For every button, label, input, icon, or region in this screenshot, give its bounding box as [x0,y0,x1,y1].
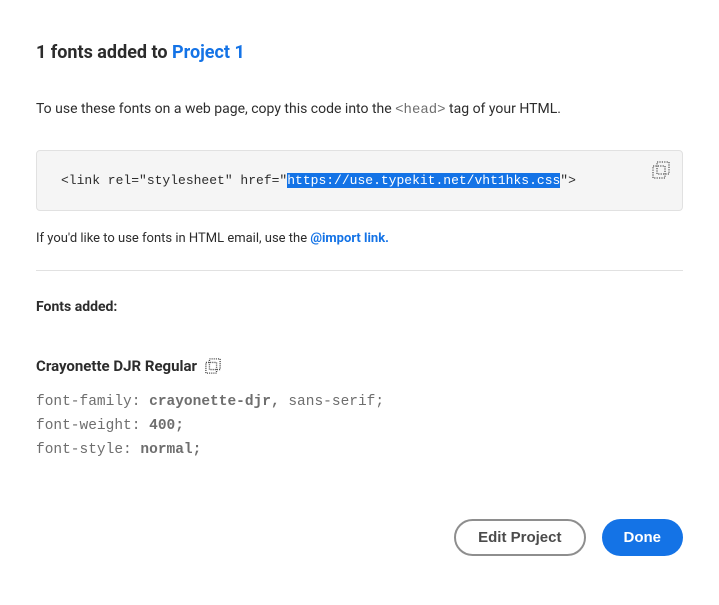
heading: 1 fonts added to Project 1 [36,42,683,63]
css-line: font-family: crayonette-djr, sans-serif; [36,391,683,415]
css-line: font-style: normal; [36,439,683,463]
code-box: <link rel="stylesheet" href="https://use… [36,150,683,211]
instruction-after: tag of your HTML. [446,101,561,117]
css-val: crayonette-djr, [149,394,280,410]
heading-prefix: 1 fonts added to [36,42,172,63]
fonts-added-label: Fonts added: [36,299,683,315]
email-note-text: If you'd like to use fonts in HTML email… [36,231,310,246]
css-val: 400; [149,418,184,434]
project-link[interactable]: Project 1 [172,42,245,63]
css-val: normal; [140,442,201,458]
code-snippet[interactable]: <link rel="stylesheet" href="https://use… [61,173,632,188]
divider [36,270,683,271]
code-after: "> [560,173,576,188]
instruction-text: To use these fonts on a web page, copy t… [36,101,683,118]
instruction-before: To use these fonts on a web page, copy t… [36,101,395,117]
css-line: font-weight: 400; [36,415,683,439]
css-prop: font-weight: [36,418,149,434]
font-name-row: Crayonette DJR Regular [36,357,683,375]
instruction-code: <head> [395,102,445,118]
copy-icon[interactable] [205,358,221,374]
css-prop: font-style: [36,442,140,458]
done-button[interactable]: Done [602,519,684,556]
import-link[interactable]: @import link. [310,231,389,246]
edit-project-button[interactable]: Edit Project [454,519,585,556]
code-before: <link rel="stylesheet" href=" [61,173,287,188]
code-highlight: https://use.typekit.net/vht1hks.css [287,173,560,188]
font-name: Crayonette DJR Regular [36,357,197,375]
css-prop: font-family: [36,394,149,410]
css-suffix: sans-serif; [280,394,384,410]
css-block: font-family: crayonette-djr, sans-serif;… [36,391,683,463]
copy-icon[interactable] [652,161,670,179]
button-row: Edit Project Done [36,519,683,556]
email-note: If you'd like to use fonts in HTML email… [36,231,683,246]
